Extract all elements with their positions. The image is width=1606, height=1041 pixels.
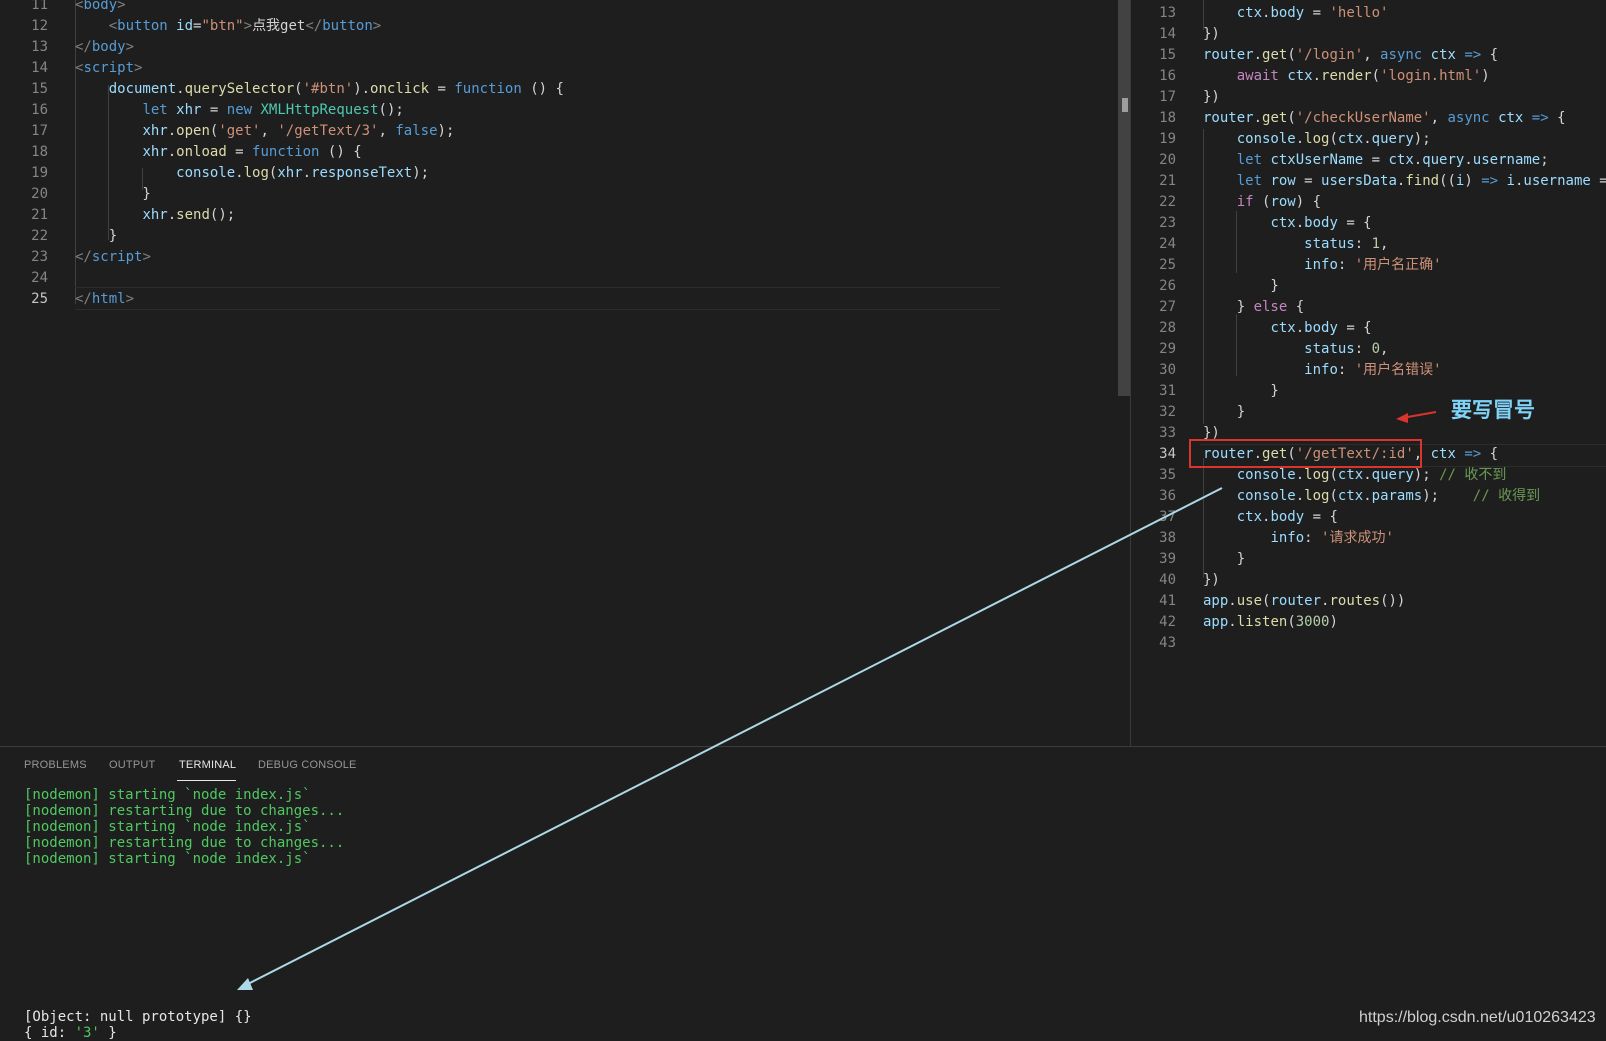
arrow-head-red [1396,413,1408,423]
arrow-to-output [245,487,1223,986]
annotation-arrows [237,411,1437,990]
watermark: https://blog.csdn.net/u010263423 [1359,1009,1596,1026]
arrow-head-blue [237,978,253,990]
